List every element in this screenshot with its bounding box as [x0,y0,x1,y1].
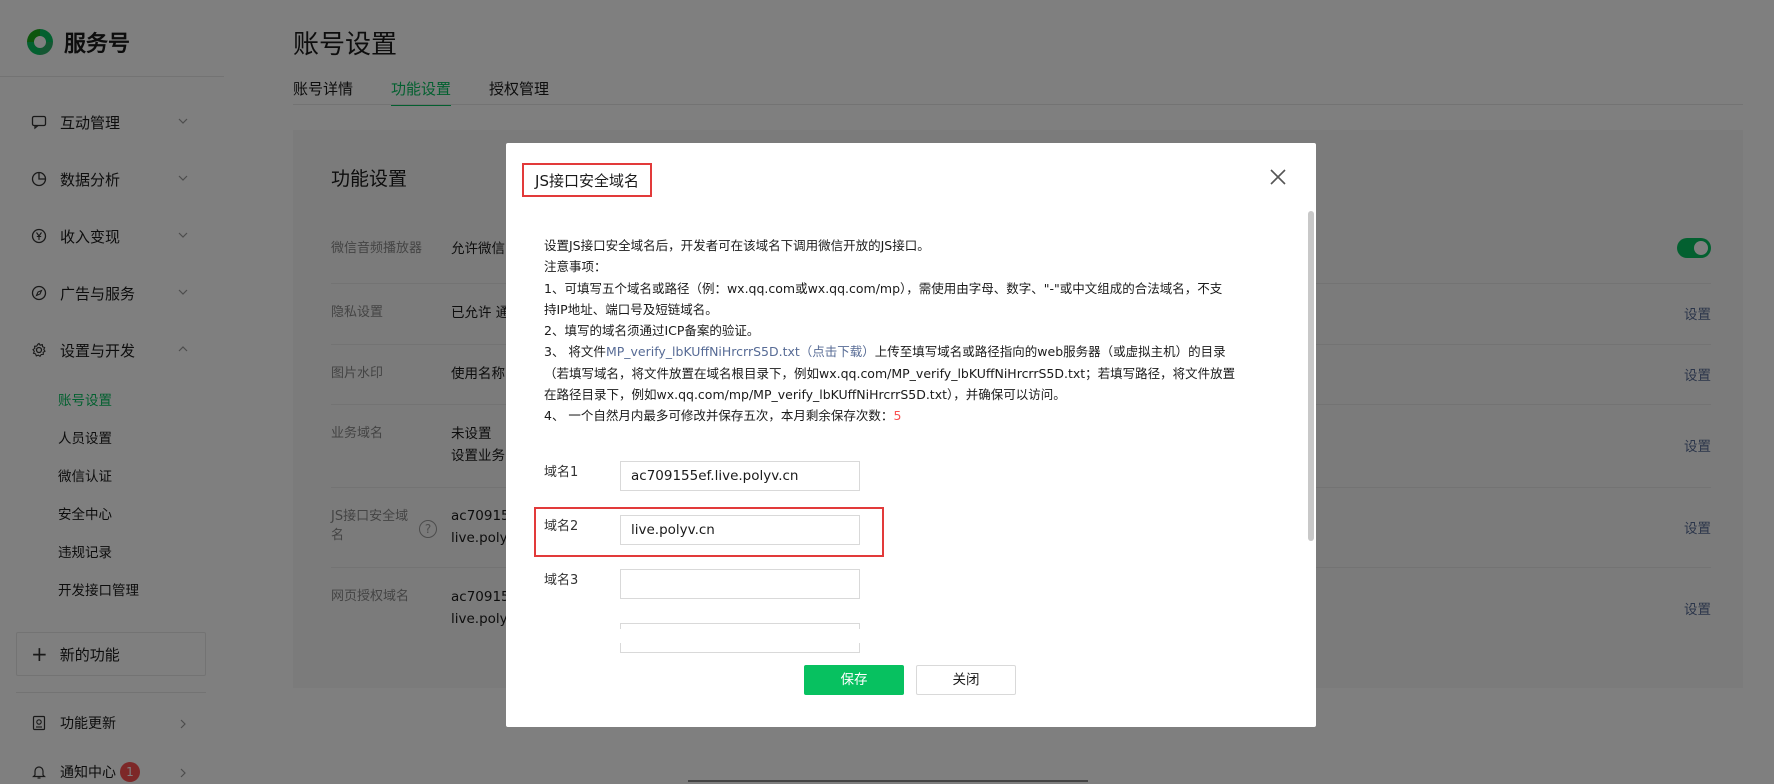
js-domain-dialog: JS接口安全域名 设置JS接口安全域名后，开发者可在该域名下调用微信开放的JS接… [506,143,1316,727]
note-4-prefix: 4、 一个自然月内最多可修改并保存五次，本月剩余保存次数： [544,408,894,424]
intro-text: 设置JS接口安全域名后，开发者可在该域名下调用微信开放的JS接口。 [544,238,930,253]
note-3-cont: （若填写域名，将文件放置在域名根目录下，例如wx.qq.com/MP_verif… [544,365,1236,381]
domain-3-input[interactable] [620,569,860,599]
scroll-clip [506,629,1306,643]
domain-1-label: 域名1 [544,465,579,480]
domain-2-input[interactable] [620,515,860,545]
note-3: 3、 将文件MP_verify_lbKUffNiHrcrrS5D.txt（点击下… [544,341,1284,362]
note-1: 1、可填写五个域名或路径（例：wx.qq.com或wx.qq.com/mp），需… [544,280,1223,296]
note-2: 2、填写的域名须通过ICP备案的验证。 [544,323,760,339]
save-button[interactable]: 保存 [804,665,904,695]
remaining-count: 5 [893,408,902,424]
dialog-scrollbar[interactable] [1308,211,1314,541]
dialog-title: JS接口安全域名 [535,171,639,190]
note-4: 4、 一个自然月内最多可修改并保存五次，本月剩余保存次数：5 [544,405,1284,426]
note-1-cont: 持IP地址、端口号及短链域名。 [544,301,718,317]
close-icon[interactable] [1266,165,1290,189]
verify-file-download-link[interactable]: MP_verify_lbKUffNiHrcrrS5D.txt（点击下载） [606,344,875,359]
note-3-suffix: 上传至填写域名或路径指向的web服务器（或虚拟主机）的目录 [874,344,1226,360]
close-button[interactable]: 关闭 [916,665,1016,695]
domain-3-label: 域名3 [544,573,579,588]
note-3-prefix: 3、 将文件 [544,344,606,360]
notes-title: 注意事项： [544,259,607,275]
domain-1-input[interactable] [620,461,860,491]
domain-2-label: 域名2 [544,519,579,534]
dialog-title-highlight: JS接口安全域名 [522,163,652,197]
dialog-description: 设置JS接口安全域名后，开发者可在该域名下调用微信开放的JS接口。 注意事项： … [544,235,1284,427]
bottom-bar [688,780,1088,782]
note-3-cont2: 在路径目录下，例如wx.qq.com/mp/MP_verify_lbKUffNi… [544,387,1066,403]
